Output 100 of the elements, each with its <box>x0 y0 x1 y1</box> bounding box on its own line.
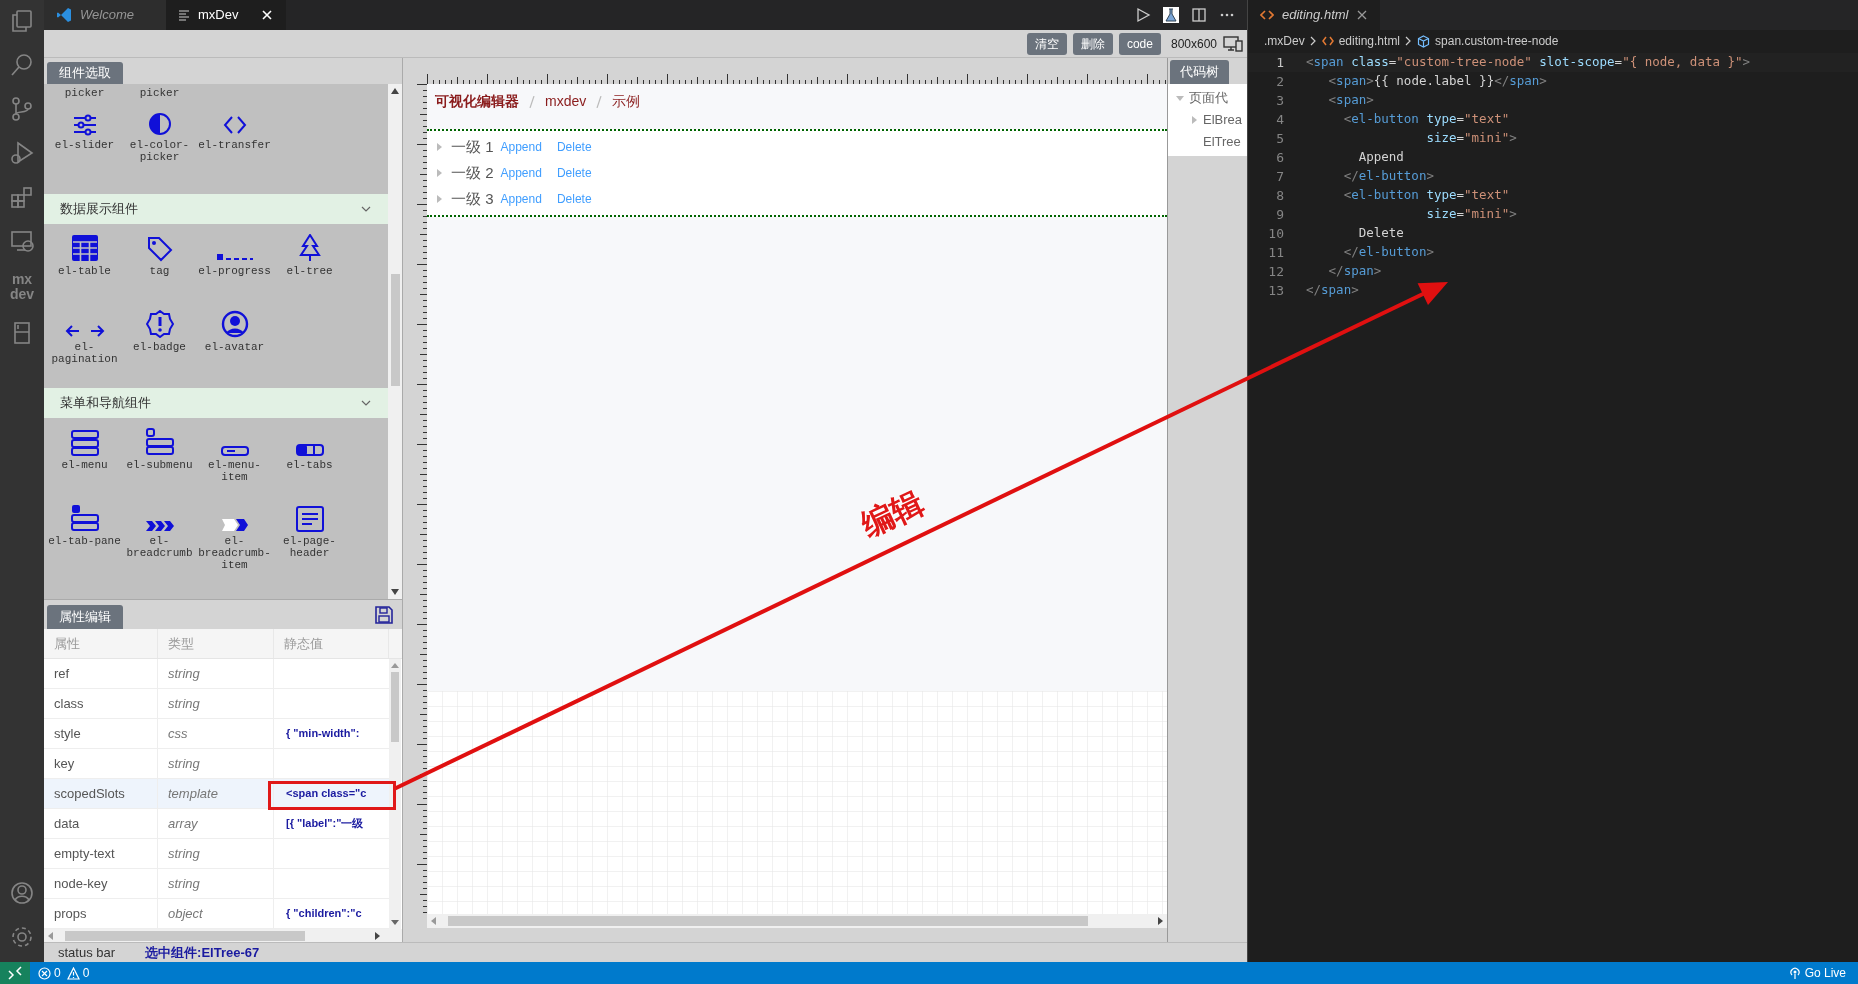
table-row[interactable]: empty-text string <box>44 839 389 869</box>
panel-tab[interactable]: 组件选取 <box>47 62 123 84</box>
source-control-icon[interactable] <box>9 96 35 122</box>
close-icon[interactable] <box>260 8 274 22</box>
table-row[interactable]: ref string <box>44 659 389 689</box>
scrollbar-thumb[interactable] <box>448 916 1088 926</box>
run-debug-icon[interactable] <box>9 140 35 166</box>
chevron-right-icon <box>1405 36 1413 46</box>
breadcrumb-item[interactable]: span.custom-tree-node <box>1435 32 1559 50</box>
toolbar-button[interactable]: 清空 <box>1026 32 1067 55</box>
toolbar-button[interactable]: 删除 <box>1072 32 1113 55</box>
caret-right-icon[interactable] <box>1190 116 1198 124</box>
account-icon[interactable] <box>9 880 35 906</box>
component-item[interactable]: el-pagination <box>47 308 122 384</box>
table-cell[interactable]: { "min-width": <box>286 725 360 742</box>
caret-right-icon[interactable] <box>435 195 443 203</box>
monitor-icon[interactable] <box>1223 34 1243 53</box>
panel-tab[interactable]: 代码树 <box>1170 60 1229 84</box>
flask-icon[interactable] <box>1163 7 1179 23</box>
component-item[interactable]: el-tree <box>272 232 347 308</box>
scroll-left-icon[interactable] <box>431 917 436 925</box>
editor-tab[interactable]: editing.html <box>1248 0 1381 30</box>
table-row[interactable]: props object { "children":"c <box>44 899 389 929</box>
component-item[interactable]: el-menu <box>47 426 122 502</box>
component-item[interactable]: el-avatar <box>197 308 272 384</box>
tree-node-label[interactable]: 一级 1 <box>451 135 494 159</box>
editor-tab[interactable]: mxDev <box>166 0 286 30</box>
save-icon[interactable] <box>374 605 394 625</box>
component-item[interactable]: el-menu-item <box>197 426 272 502</box>
component-item[interactable]: tag <box>122 232 197 308</box>
breadcrumb-item[interactable]: 可视化编辑器 <box>435 91 519 112</box>
scroll-up-icon[interactable] <box>391 88 399 94</box>
component-item[interactable]: picker <box>47 84 122 106</box>
group-header[interactable]: 数据展示组件 <box>44 194 388 224</box>
tree-node-label[interactable]: ElBrea <box>1203 110 1243 130</box>
breadcrumb-item[interactable]: .mxDev <box>1264 32 1305 50</box>
tree-node-label[interactable]: 一级 3 <box>451 187 494 211</box>
warning-icon[interactable] <box>66 966 80 980</box>
scrollbar[interactable] <box>389 659 401 929</box>
warning-count[interactable]: 0 <box>82 964 90 982</box>
breadcrumb-item[interactable]: editing.html <box>1338 32 1401 50</box>
scrollbar-thumb[interactable] <box>391 672 399 742</box>
scrollbar-thumb[interactable] <box>65 930 305 941</box>
component-item[interactable]: el-progress <box>197 232 272 308</box>
table-row[interactable]: class string <box>44 689 389 719</box>
component-item[interactable]: el-page-header <box>272 502 347 578</box>
table-row[interactable]: node-key string <box>44 869 389 899</box>
table-row[interactable]: data array [{ "label":"一级 <box>44 809 389 839</box>
component-item[interactable]: el-color-picker <box>122 106 197 182</box>
editor-tab[interactable]: Welcome <box>44 0 166 30</box>
scrollbar[interactable] <box>427 914 1167 928</box>
caret-right-icon[interactable] <box>435 169 443 177</box>
close-icon[interactable] <box>1356 9 1369 21</box>
scroll-down-icon[interactable] <box>391 589 399 595</box>
tree-node-label[interactable]: 一级 2 <box>451 161 494 185</box>
run-icon[interactable] <box>1135 7 1151 23</box>
table-cell: string <box>158 749 274 778</box>
scroll-left-icon[interactable] <box>48 931 53 940</box>
tree-node-label[interactable]: 页面代 <box>1189 88 1228 108</box>
component-item[interactable]: el-breadcrumb <box>122 502 197 578</box>
split-editor-icon[interactable] <box>1191 7 1207 23</box>
component-item[interactable]: picker <box>122 84 197 106</box>
component-item[interactable]: el-badge <box>122 308 197 384</box>
remote-monitor-icon[interactable] <box>9 228 35 254</box>
group-header[interactable]: 菜单和导航组件 <box>44 388 388 418</box>
component-item[interactable]: el-transfer <box>197 106 272 182</box>
files-icon[interactable] <box>9 8 35 34</box>
component-item[interactable]: el-tab-pane <box>47 502 122 578</box>
table-cell[interactable]: <span class="c <box>286 785 367 802</box>
caret-right-icon[interactable] <box>435 143 443 151</box>
scroll-right-icon[interactable] <box>375 931 380 940</box>
extensions-icon[interactable] <box>9 184 35 210</box>
panel-tab[interactable]: 属性编辑 <box>47 605 123 629</box>
component-item[interactable]: el-slider <box>47 106 122 182</box>
tree-node-label[interactable]: ElTree <box>1203 132 1241 152</box>
search-icon[interactable] <box>9 52 35 78</box>
error-icon[interactable] <box>38 966 51 980</box>
breadcrumb-item[interactable]: 示例 <box>612 91 641 112</box>
scrollbar-thumb[interactable] <box>390 274 400 386</box>
table-row[interactable]: scopedSlots template <span class="c <box>44 779 389 809</box>
component-item[interactable]: el-breadcrumb-item <box>197 502 272 578</box>
component-item[interactable]: el-table <box>47 232 122 308</box>
error-count[interactable]: 0 <box>54 964 61 982</box>
remote-button[interactable] <box>0 962 30 984</box>
page-header-icon <box>295 506 324 532</box>
scroll-down-icon[interactable] <box>391 920 399 925</box>
table-cell[interactable]: { "children":"c <box>286 905 362 922</box>
go-live-button[interactable]: Go Live <box>1788 964 1846 982</box>
component-item[interactable]: el-submenu <box>122 426 197 502</box>
caret-down-icon[interactable] <box>1176 94 1184 102</box>
table-row[interactable]: style css { "min-width": <box>44 719 389 749</box>
scrollbar[interactable] <box>388 84 402 599</box>
settings-icon[interactable] <box>9 924 35 950</box>
scrollbar[interactable] <box>44 929 402 942</box>
toolbar-button[interactable]: code <box>1118 32 1161 55</box>
breadcrumb-item[interactable]: mxdev <box>545 91 587 112</box>
scroll-right-icon[interactable] <box>1158 917 1163 925</box>
component-item[interactable]: el-tabs <box>272 426 347 502</box>
table-cell[interactable]: [{ "label":"一级 <box>286 815 364 832</box>
table-row[interactable]: key string <box>44 749 389 779</box>
